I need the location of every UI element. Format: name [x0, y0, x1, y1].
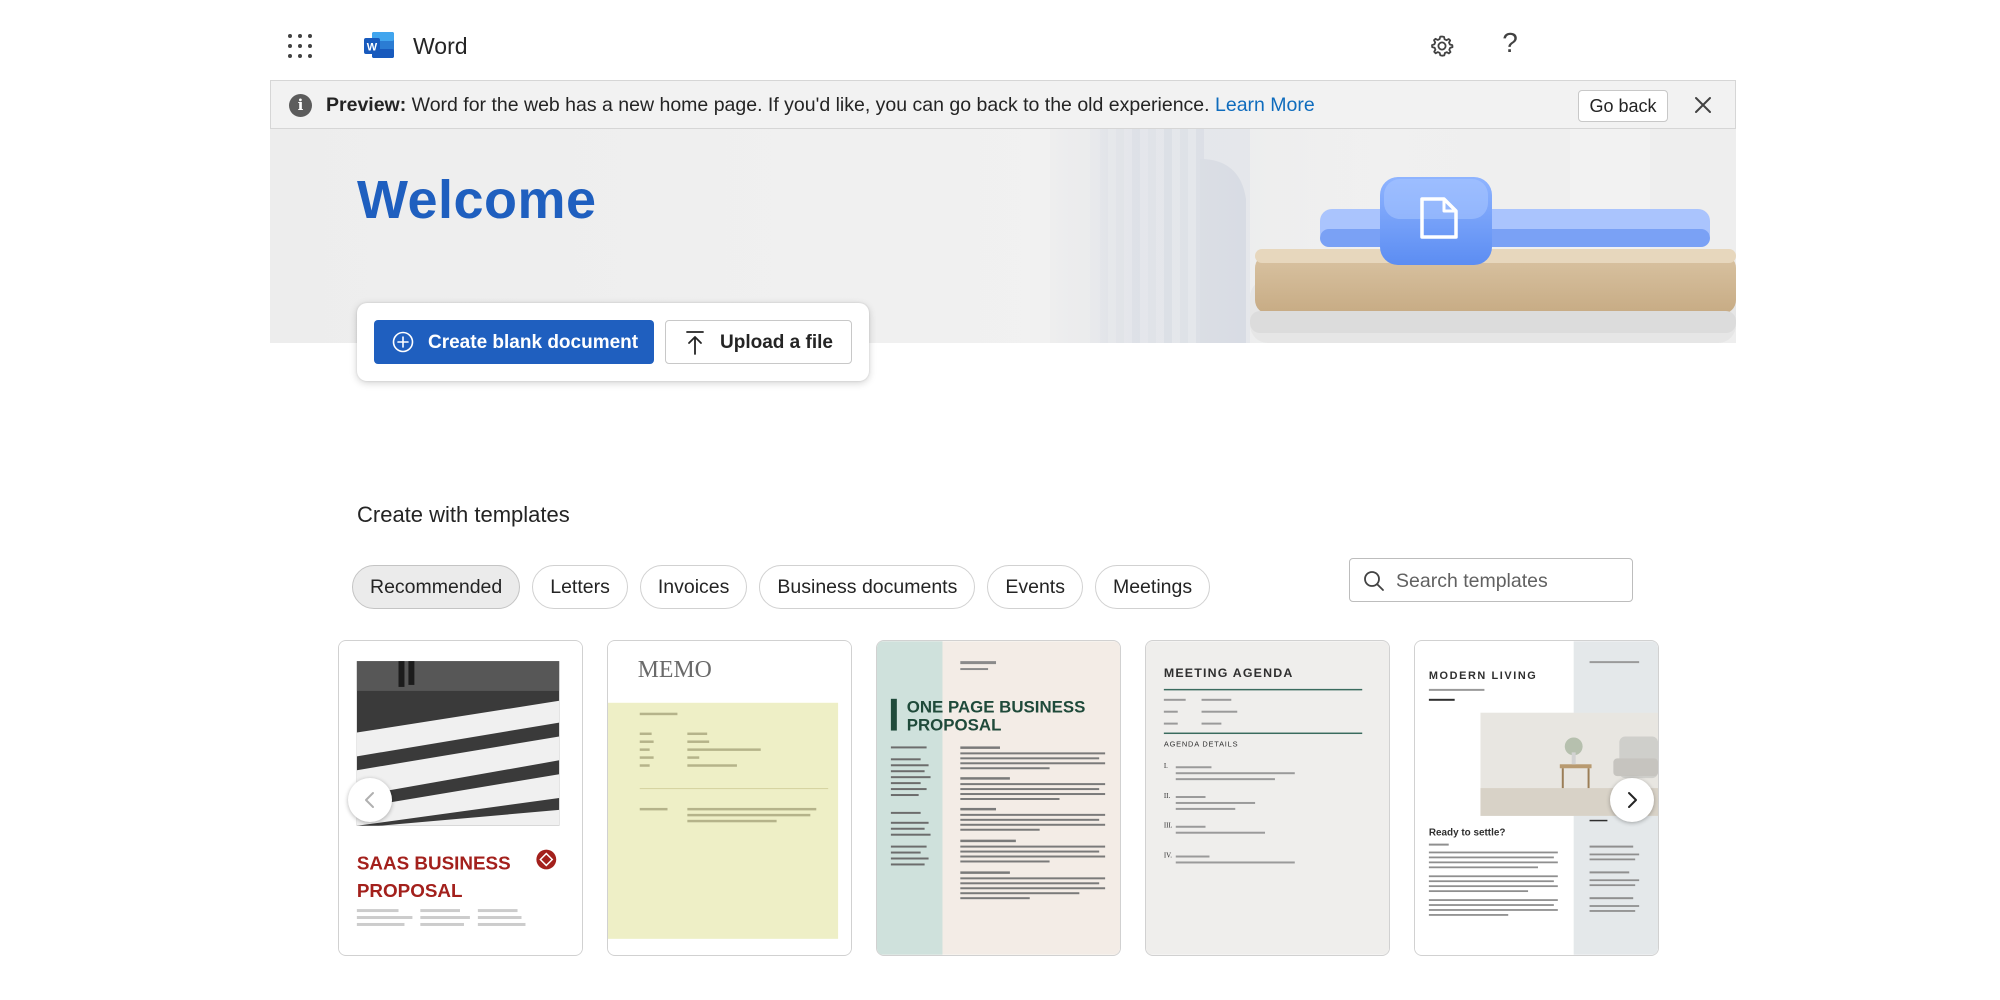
hero-illustration [1050, 129, 1736, 343]
banner-prefix: Preview: [326, 94, 407, 116]
create-blank-document-button[interactable]: Create blank document [374, 320, 654, 364]
carousel-next-button[interactable] [1610, 778, 1654, 822]
search-templates-input[interactable] [1396, 567, 1622, 595]
chip-business-documents[interactable]: Business documents [759, 565, 976, 609]
word-logo-icon: W [364, 32, 394, 58]
app-launcher-icon[interactable] [288, 34, 312, 58]
banner-body: Word for the web has a new home page. If… [411, 94, 1210, 116]
welcome-heading: Welcome [357, 170, 597, 230]
template-category-chips: Recommended Letters Invoices Business do… [352, 565, 1211, 609]
agenda-item-4: IV. [1164, 852, 1172, 860]
gear-icon[interactable] [1428, 32, 1456, 60]
banner-message: Preview: Word for the web has a new home… [326, 94, 1315, 117]
modern-living-title: MODERN LIVING [1429, 670, 1538, 682]
modern-living-headline: Ready to settle? [1429, 828, 1506, 839]
proposal-title-line2: PROPOSAL [907, 716, 1002, 735]
saas-title-line2: PROPOSAL [357, 880, 463, 901]
upload-file-button[interactable]: Upload a file [665, 320, 852, 364]
agenda-title: MEETING AGENDA [1164, 666, 1294, 680]
templates-heading: Create with templates [357, 502, 570, 527]
preview-banner: i Preview: Word for the web has a new ho… [270, 80, 1736, 129]
chevron-left-icon [365, 792, 374, 808]
memo-title: MEMO [638, 657, 712, 683]
agenda-subheading: AGENDA DETAILS [1164, 739, 1239, 748]
template-card-meeting-agenda[interactable]: MEETING AGENDA AGENDA DETAILS I. II. III… [1145, 640, 1390, 956]
chip-letters[interactable]: Letters [532, 565, 628, 609]
agenda-item-2: II. [1164, 792, 1171, 800]
memo-thumbnail: MEMO [608, 641, 851, 955]
search-templates-box [1349, 558, 1633, 602]
svg-text:W: W [367, 42, 378, 54]
saas-title-line1: SAAS BUSINESS [357, 852, 511, 873]
info-icon: i [289, 94, 312, 117]
go-back-button[interactable]: Go back [1578, 90, 1668, 122]
help-icon[interactable]: ? [1496, 26, 1524, 60]
template-card-one-page-business-proposal[interactable]: ONE PAGE BUSINESS PROPOSAL [876, 640, 1121, 956]
quick-actions-card: Create blank document Upload a file [357, 303, 869, 381]
learn-more-link[interactable]: Learn More [1215, 94, 1315, 116]
chip-meetings[interactable]: Meetings [1094, 565, 1211, 609]
upload-icon [686, 331, 704, 355]
agenda-item-1: I. [1164, 762, 1168, 770]
meeting-agenda-thumbnail: MEETING AGENDA AGENDA DETAILS I. II. III… [1146, 641, 1389, 955]
chevron-right-icon [1628, 792, 1637, 808]
search-icon [1364, 571, 1384, 591]
proposal-title-line1: ONE PAGE BUSINESS [907, 698, 1086, 717]
template-carousel: SAAS BUSINESS PROPOSAL MEMO ONE PAGE BUS… [338, 640, 1659, 960]
chip-recommended[interactable]: Recommended [352, 565, 521, 609]
agenda-item-3: III. [1164, 822, 1173, 830]
chip-events[interactable]: Events [987, 565, 1083, 609]
template-card-memo[interactable]: MEMO [607, 640, 852, 956]
one-page-proposal-thumbnail: ONE PAGE BUSINESS PROPOSAL [877, 641, 1120, 955]
chip-invoices[interactable]: Invoices [639, 565, 748, 609]
app-name[interactable]: Word [413, 33, 468, 60]
app-bar: W Word ? [0, 0, 2000, 80]
carousel-prev-button[interactable] [348, 778, 392, 822]
upload-file-label: Upload a file [720, 332, 833, 353]
plus-circle-icon [392, 331, 414, 353]
close-icon[interactable] [1691, 93, 1715, 117]
create-blank-document-label: Create blank document [428, 332, 639, 353]
